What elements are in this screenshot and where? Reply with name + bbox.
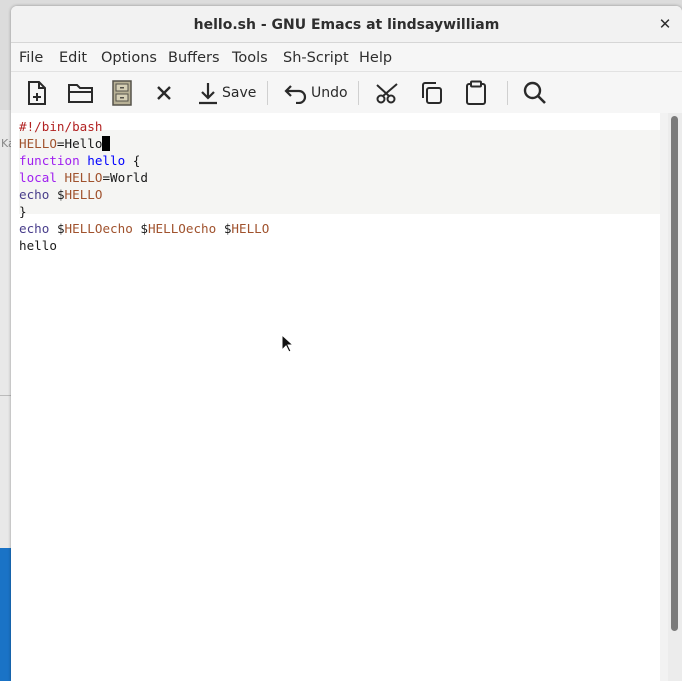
code-line-6: } [19, 203, 27, 220]
save-button[interactable]: Save [197, 77, 256, 109]
function-name-token: hello [87, 153, 126, 168]
menu-tools[interactable]: Tools [232, 43, 268, 71]
dired-button[interactable] [111, 77, 133, 109]
paste-button[interactable] [465, 77, 487, 109]
save-label: Save [222, 85, 257, 101]
code-line-8: hello [19, 237, 57, 254]
builtin-token: echo [19, 221, 50, 236]
plain-token: hello [19, 238, 57, 253]
dired-cabinet-icon [112, 80, 132, 106]
close-buffer-icon [157, 86, 171, 100]
undo-label: Undo [311, 85, 348, 101]
scrollbar-thumb[interactable] [671, 116, 678, 631]
kill-buffer-button[interactable] [155, 77, 173, 109]
keyword-token: local [19, 170, 57, 185]
undo-button[interactable]: Undo [284, 77, 348, 109]
code-line-5: echo $HELLO [19, 186, 102, 203]
menu-bar: File Edit Options Buffers Tools Sh-Scrip… [11, 43, 682, 72]
operator-token: = [56, 136, 65, 151]
var-token: HELLOecho [64, 221, 133, 236]
open-file-button[interactable] [67, 77, 95, 109]
emacs-window: hello.sh - GNU Emacs at lindsaywilliam ✕… [11, 6, 682, 681]
search-button[interactable] [522, 77, 548, 109]
var-token: HELLO [231, 221, 270, 236]
builtin-token: echo [19, 187, 50, 202]
code-line-3: function hello { [19, 152, 140, 169]
var-token: HELLOecho [147, 221, 217, 236]
open-folder-icon [68, 84, 93, 103]
new-file-button[interactable] [24, 77, 50, 109]
close-icon: ✕ [658, 15, 672, 33]
paste-icon [466, 80, 486, 105]
code-line-4: local HELLO=World [19, 169, 148, 186]
toolbar-separator [358, 81, 359, 105]
mouse-pointer-icon [281, 334, 293, 353]
menu-edit[interactable]: Edit [59, 43, 87, 71]
save-down-arrow-icon [199, 83, 217, 105]
menu-options[interactable]: Options [101, 43, 157, 71]
menu-help[interactable]: Help [359, 43, 392, 71]
dollar-token: $ [56, 221, 65, 236]
code-line-1: #!/bin/bash [19, 118, 102, 135]
value-token: World [110, 170, 148, 185]
undo-arrow-icon [284, 85, 307, 104]
search-icon [523, 81, 546, 104]
menu-buffers[interactable]: Buffers [168, 43, 220, 71]
new-file-icon [28, 81, 46, 105]
code-line-7: echo $HELLOecho $HELLOecho $HELLO [19, 220, 269, 237]
cut-icon [376, 83, 398, 104]
var-token: HELLO [64, 170, 103, 185]
dollar-token: $ [56, 187, 65, 202]
keyword-token: function [19, 153, 80, 168]
menu-file[interactable]: File [19, 43, 43, 71]
window-title: hello.sh - GNU Emacs at lindsaywilliam [193, 17, 500, 33]
text-cursor [102, 136, 111, 151]
toolbar-separator [507, 81, 508, 105]
operator-token: = [102, 170, 111, 185]
menu-sh-script[interactable]: Sh-Script [283, 43, 349, 71]
var-token: HELLO [19, 136, 57, 151]
var-token: HELLO [64, 187, 103, 202]
toolbar-separator [267, 81, 268, 105]
copy-button[interactable] [419, 77, 445, 109]
close-window-button[interactable]: ✕ [654, 13, 676, 35]
value-token: Hello [64, 136, 103, 151]
code-line-2: HELLO=Hello [19, 135, 111, 152]
dollar-token: $ [140, 221, 148, 236]
right-fringe [660, 113, 668, 681]
title-bar[interactable]: hello.sh - GNU Emacs at lindsaywilliam ✕ [11, 6, 682, 43]
shebang-comment: #!/bin/bash [19, 119, 103, 134]
tool-bar: Save Undo [11, 72, 682, 113]
brace-token: { [125, 153, 141, 168]
vertical-scrollbar[interactable] [668, 113, 682, 681]
cut-button[interactable] [375, 77, 401, 109]
copy-icon [422, 82, 442, 104]
brace-token: } [19, 204, 27, 219]
editor-buffer[interactable]: #!/bin/bash HELLO=Hello function hello {… [19, 113, 660, 681]
